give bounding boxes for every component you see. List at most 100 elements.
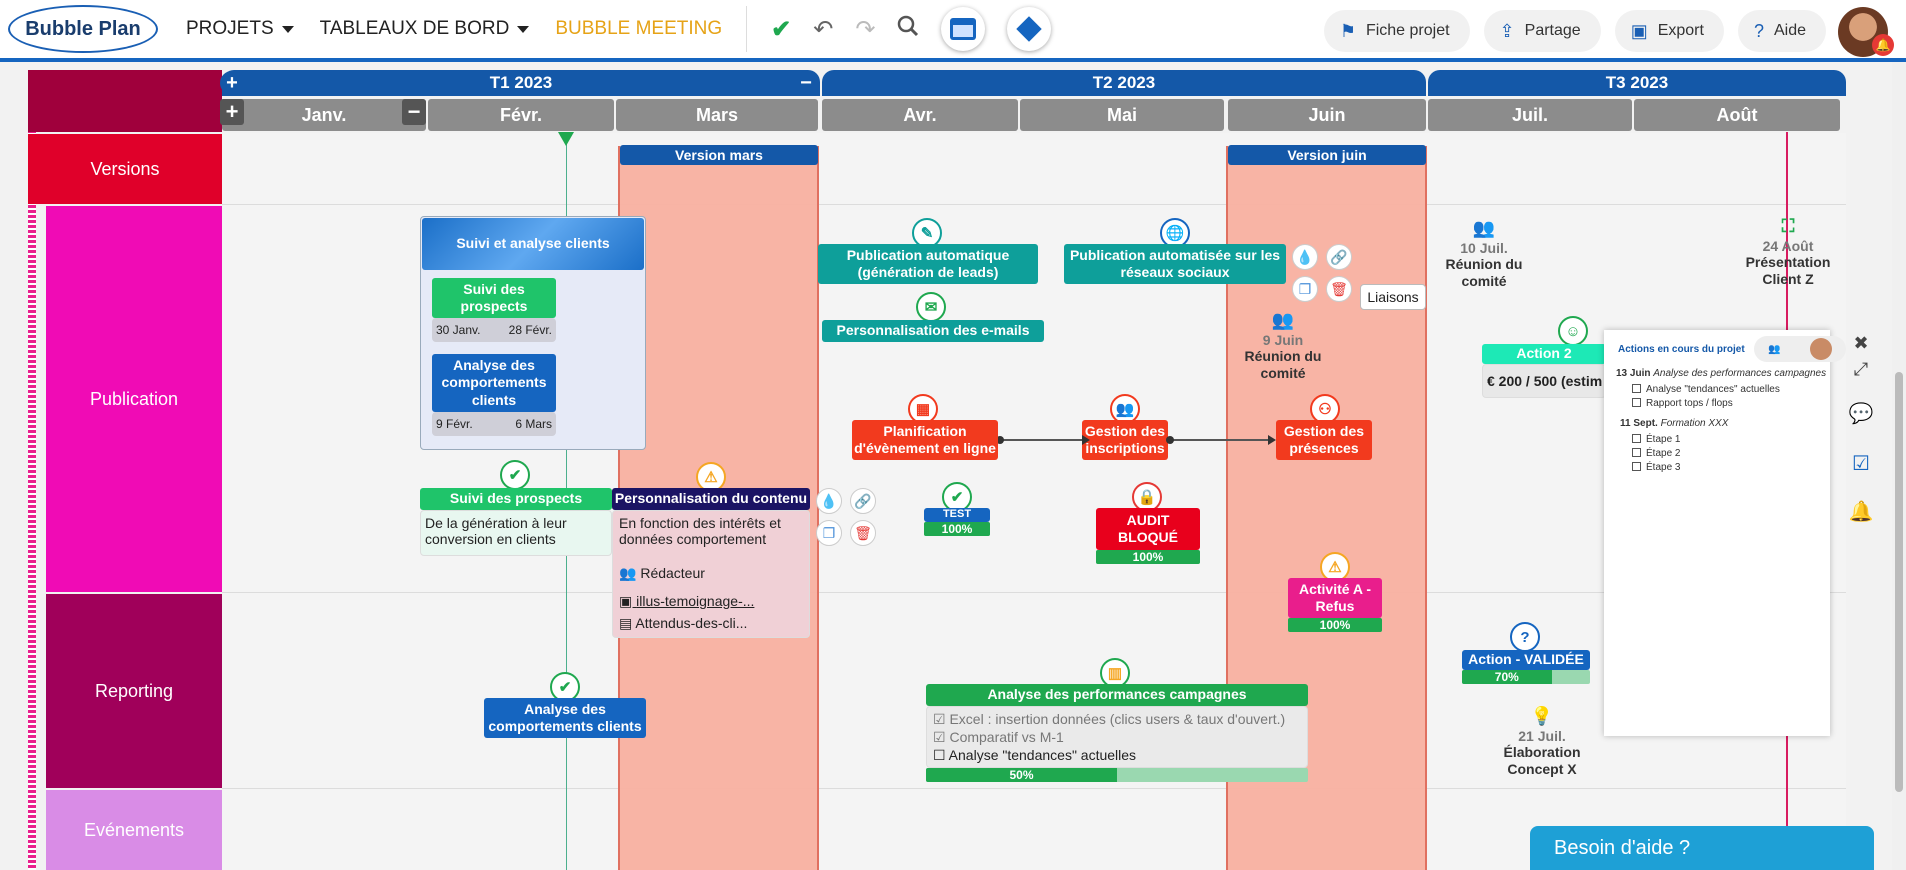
action-item[interactable]: Analyse "tendances" actuelles <box>1632 384 1780 395</box>
group-title[interactable]: Suivi et analyse clients <box>422 218 644 270</box>
checklist-item-2[interactable]: ☑ Comparatif vs M-1 <box>933 729 1064 746</box>
task-analyse-comportements-sub[interactable]: Analyse des comportements clients <box>432 354 556 412</box>
milestone-reunion-juin[interactable]: 👥 9 Juin Réunion du comité <box>1228 310 1338 382</box>
checkbox[interactable] <box>1632 448 1641 457</box>
fiche-projet-button[interactable]: ⚑ Fiche projet <box>1323 10 1470 52</box>
milestone-presentation[interactable]: ⛶ 24 Août Présentation Client Z <box>1738 216 1838 288</box>
help-chat-button[interactable]: Besoin d'aide ? <box>1530 826 1874 870</box>
export-button[interactable]: ▣ Export <box>1614 10 1724 52</box>
user-avatar[interactable] <box>1809 338 1832 360</box>
copy-icon[interactable]: ❐ <box>816 520 842 546</box>
progress-label: 50% <box>1009 768 1034 782</box>
checkbox-icon[interactable]: ☑ <box>1848 450 1874 476</box>
logo[interactable]: Bubble Plan <box>8 5 158 53</box>
scrollbar-thumb[interactable] <box>1895 372 1903 792</box>
row-divider <box>222 592 1846 593</box>
expand-month-button[interactable]: + <box>220 99 244 125</box>
nav-bubble-meeting[interactable]: BUBBLE MEETING <box>555 18 722 40</box>
task-publication-leads[interactable]: Publication automatique (génération de l… <box>818 244 1038 284</box>
action-date: 11 Sept. <box>1620 418 1658 429</box>
row-label-publication[interactable]: Publication <box>46 206 222 592</box>
checklist-item-1[interactable]: ☑ Excel : insertion données (clics users… <box>933 711 1285 728</box>
task-analyse-performances[interactable]: Analyse des performances campagnes <box>926 684 1308 706</box>
expand-icon[interactable]: ⤢ <box>1848 356 1874 382</box>
task-action-validee[interactable]: Action - VALIDÉE <box>1462 650 1590 670</box>
task-personnalisation-contenu[interactable]: Personnalisation du contenu <box>612 488 810 510</box>
task-action-2[interactable]: Action 2 <box>1482 344 1606 364</box>
quarter-t3: T3 2023 <box>1428 70 1846 96</box>
color-drop-icon[interactable]: 💧 <box>1292 244 1318 270</box>
aide-button[interactable]: ? Aide <box>1737 10 1826 52</box>
action-item[interactable]: Rapport tops / flops <box>1632 398 1733 409</box>
team-icon[interactable]: 👥 <box>1768 344 1780 355</box>
action-item[interactable]: Étape 2 <box>1632 448 1680 459</box>
task-analyse-comportements[interactable]: Analyse des comportements clients <box>484 698 646 738</box>
bell-icon[interactable]: 🔔 <box>1872 34 1894 56</box>
row-label-versions[interactable]: Versions <box>28 134 222 204</box>
close-icon[interactable]: ✖ <box>1848 330 1874 356</box>
row-label-reporting[interactable]: Reporting <box>46 594 222 788</box>
milestone-elaboration[interactable]: 💡 21 Juil. Élaboration Concept X <box>1490 706 1594 778</box>
progress-audit: 100% <box>1096 550 1200 564</box>
task-activite-a[interactable]: Activité A - Refus <box>1288 578 1382 618</box>
link-icon[interactable]: 🔗 <box>850 488 876 514</box>
task-detail-panel: En fonction des intérêts et données comp… <box>612 510 810 638</box>
task-suivi-prospects[interactable]: Suivi des prospects <box>420 488 612 510</box>
nav-tableaux[interactable]: TABLEAUX DE BORD <box>320 18 530 40</box>
action-item[interactable]: Étape 3 <box>1632 462 1680 473</box>
task-test[interactable]: TEST <box>924 508 990 522</box>
action-group-title: Formation XXX <box>1660 418 1729 429</box>
expand-quarter-button[interactable]: + <box>220 71 244 95</box>
link-icon[interactable]: 🔗 <box>1326 244 1352 270</box>
month-mars: Mars <box>616 99 818 131</box>
attachment-2[interactable]: ▤ Attendus-des-cli... <box>619 615 747 632</box>
copy-icon[interactable]: ❐ <box>1292 276 1318 302</box>
collapse-quarter-button[interactable]: − <box>794 71 818 95</box>
checkbox[interactable] <box>1632 434 1641 443</box>
milestone-date: 24 Août <box>1762 237 1814 254</box>
calendar-view-button[interactable] <box>941 7 986 51</box>
milestone-view-button[interactable] <box>1007 7 1052 51</box>
trash-icon[interactable]: 🗑 <box>1326 276 1352 302</box>
attachment-1[interactable]: ▣ illus-temoignage-... <box>619 593 754 610</box>
scrollbar[interactable] <box>1892 62 1906 870</box>
milestone-reunion-juil[interactable]: 👥 10 Juil. Réunion du comité <box>1434 218 1534 290</box>
redo-icon[interactable]: ↷ <box>855 15 875 44</box>
checkbox[interactable] <box>1632 384 1641 393</box>
row-label-evenements[interactable]: Evénements <box>46 790 222 870</box>
action-item[interactable]: Étape 1 <box>1632 434 1680 445</box>
checkbox[interactable] <box>1632 462 1641 471</box>
chat-icon[interactable]: 💬 <box>1848 400 1874 426</box>
task-description: En fonction des intérêts et données comp… <box>619 515 781 547</box>
progress-label: 70% <box>1494 670 1519 684</box>
check-icon[interactable]: ✔ <box>771 15 791 44</box>
file-name: illus-temoignage-... <box>636 593 755 609</box>
version-juin[interactable]: Version juin <box>1228 145 1426 165</box>
milestone-label: Élaboration Concept X <box>1503 744 1581 778</box>
version-mars[interactable]: Version mars <box>620 145 818 165</box>
checked-box-icon: ☑ <box>933 729 950 745</box>
task-suivi-prospects-sub[interactable]: Suivi des prospects <box>432 278 556 318</box>
bell-icon[interactable]: 🔔 <box>1848 498 1874 524</box>
caret-down-icon <box>517 25 530 33</box>
task-planification[interactable]: Planification d'évènement en ligne <box>852 420 998 460</box>
color-drop-icon[interactable]: 💧 <box>816 488 842 514</box>
end-date: 6 Mars <box>515 417 552 431</box>
nav-projets[interactable]: PROJETS <box>186 18 294 40</box>
checklist-item-3[interactable]: ☐ Analyse "tendances" actuelles <box>933 747 1136 764</box>
checkbox[interactable] <box>1632 398 1641 407</box>
task-gestion-presences[interactable]: Gestion des présences <box>1276 420 1372 460</box>
partage-button[interactable]: ⇪ Partage <box>1483 10 1601 52</box>
collapse-month-button[interactable]: − <box>402 99 426 125</box>
task-publication-reseaux[interactable]: Publication automatisée sur les réseaux … <box>1064 244 1286 284</box>
search-icon[interactable] <box>897 15 919 44</box>
progress-action-validee: 70% <box>1462 670 1590 684</box>
image-icon: ▣ <box>619 593 637 609</box>
trash-icon[interactable]: 🗑 <box>850 520 876 546</box>
task-personnalisation-emails[interactable]: Personnalisation des e-mails <box>822 320 1044 342</box>
undo-icon[interactable]: ↶ <box>813 15 833 44</box>
today-marker <box>558 132 574 146</box>
task-audit-bloque[interactable]: AUDIT BLOQUÉ <box>1096 508 1200 550</box>
header-corner <box>28 70 222 132</box>
progress-label: 100% <box>941 522 973 536</box>
